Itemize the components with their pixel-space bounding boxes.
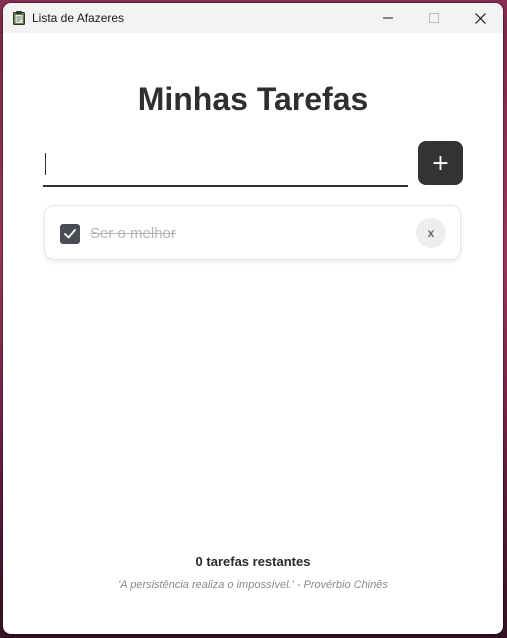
tasks-remaining-count: 0 tarefas restantes [195,554,311,569]
close-icon [474,12,486,24]
minimize-button[interactable] [365,3,411,33]
maximize-button[interactable] [411,3,457,33]
checkmark-icon [64,229,76,239]
footer-quote: 'A persistência realiza o impossível.' -… [118,579,388,591]
delete-task-button[interactable]: x [416,218,446,248]
app-window: Lista de Afazeres Minhas Tarefas + Ser o… [3,3,503,634]
title-bar[interactable]: Lista de Afazeres [3,3,503,33]
text-caret [45,153,46,175]
task-item: Ser o melhor x [44,205,461,260]
task-input[interactable] [43,144,408,185]
maximize-icon [429,13,439,23]
minimize-icon [383,17,393,19]
task-checkbox[interactable] [60,224,80,244]
add-task-button[interactable]: + [418,141,463,185]
clipboard-icon [13,11,25,25]
task-input-container [43,144,408,187]
window-title: Lista de Afazeres [32,11,125,25]
page-title: Minhas Tarefas [137,81,369,117]
task-label: Ser o melhor [90,225,176,242]
close-button[interactable] [457,3,503,33]
